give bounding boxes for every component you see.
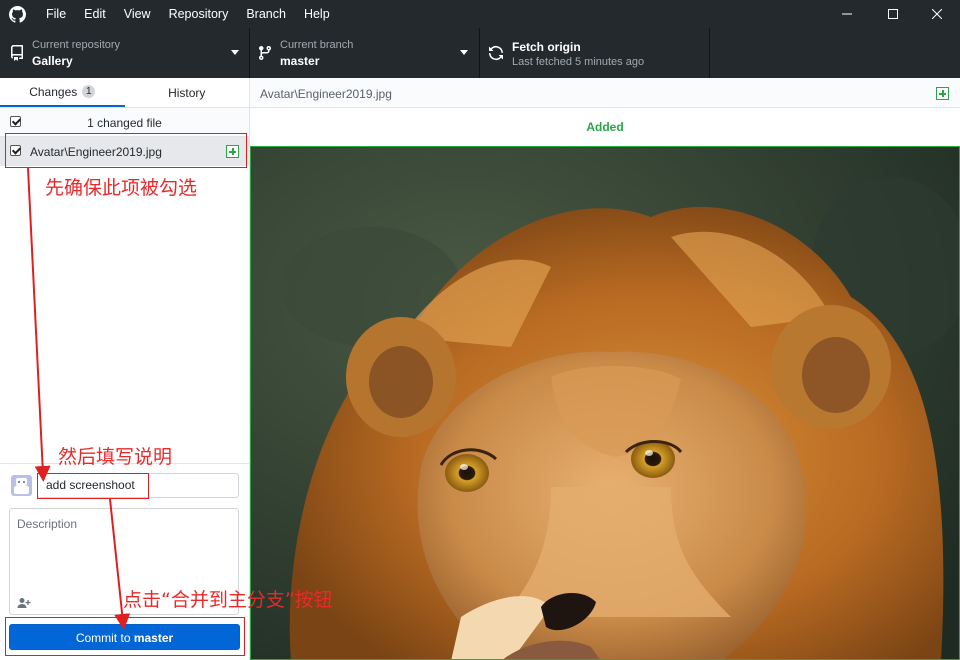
menu-edit[interactable]: Edit xyxy=(75,0,115,28)
changed-file-row[interactable]: Avatar\Engineer2019.jpg xyxy=(0,137,249,166)
menu-view[interactable]: View xyxy=(115,0,160,28)
file-checkbox[interactable] xyxy=(10,145,21,156)
avatar-icon xyxy=(14,478,29,494)
annotation-step2: 然后填写说明 xyxy=(58,446,173,468)
minimize-icon xyxy=(842,13,852,15)
add-coauthor-icon[interactable] xyxy=(17,597,31,609)
tab-history-label: History xyxy=(168,85,206,100)
repository-label: Current repository xyxy=(32,39,121,51)
commit-button-branch: master xyxy=(133,631,174,645)
sidebar-tabs: Changes 1 History xyxy=(0,78,249,108)
chevron-down-icon xyxy=(231,50,239,55)
image-preview xyxy=(250,146,960,660)
diff-panel: Avatar\Engineer2019.jpg Added xyxy=(250,78,960,660)
fetch-label: Fetch origin xyxy=(512,40,581,54)
maximize-button[interactable] xyxy=(870,0,916,28)
commit-summary-input[interactable]: add screenshoot xyxy=(37,473,239,498)
menu-repository[interactable]: Repository xyxy=(160,0,238,28)
chevron-down-icon xyxy=(460,50,468,55)
menu-help[interactable]: Help xyxy=(295,0,339,28)
annotation-step1: 先确保此项被勾选 xyxy=(45,177,198,199)
file-added-icon xyxy=(936,87,949,100)
description-placeholder: Description xyxy=(17,517,78,531)
branch-icon xyxy=(259,45,271,61)
current-branch-button[interactable]: Current branch master xyxy=(250,28,480,78)
diff-file-path: Avatar\Engineer2019.jpg xyxy=(260,87,392,101)
menu-bar: File Edit View Repository Branch Help xyxy=(37,0,339,28)
tab-changes[interactable]: Changes 1 xyxy=(0,78,125,107)
user-avatar xyxy=(11,475,32,496)
commit-button[interactable]: Commit to master xyxy=(9,624,240,650)
repository-name: Gallery xyxy=(32,54,73,68)
menu-file[interactable]: File xyxy=(37,0,75,28)
tab-history[interactable]: History xyxy=(125,78,250,107)
minimize-button[interactable] xyxy=(824,0,870,28)
fetch-origin-button[interactable]: Fetch origin Last fetched 5 minutes ago xyxy=(480,28,710,78)
current-repository-button[interactable]: Current repository Gallery xyxy=(0,28,250,78)
changes-count-badge: 1 xyxy=(82,85,96,98)
commit-button-prefix: Commit to xyxy=(75,631,134,645)
file-added-icon xyxy=(226,145,239,158)
changed-file-name: Avatar\Engineer2019.jpg xyxy=(30,145,162,159)
tab-changes-label: Changes xyxy=(29,84,78,99)
title-bar: File Edit View Repository Branch Help xyxy=(0,0,960,28)
repo-icon xyxy=(10,45,23,61)
close-icon xyxy=(932,9,942,19)
branch-label: Current branch xyxy=(280,39,354,51)
diff-status-label: Added xyxy=(586,120,624,134)
menu-branch[interactable]: Branch xyxy=(237,0,295,28)
commit-panel: add screenshoot Description Commit to ma… xyxy=(0,463,249,660)
annotation-step3: 点击“合并到主分支”按钮 xyxy=(123,589,333,611)
branch-name: master xyxy=(280,54,320,68)
changes-header: 1 changed file xyxy=(0,108,249,137)
sync-icon xyxy=(489,46,503,60)
close-button[interactable] xyxy=(914,0,960,28)
lion-photo xyxy=(251,147,959,659)
github-logo-icon xyxy=(9,6,26,23)
changed-file-count: 1 changed file xyxy=(87,116,162,130)
sidebar: Changes 1 History 1 changed file Avatar\… xyxy=(0,78,250,660)
toolbar: Current repository Gallery Current branc… xyxy=(0,28,960,78)
diff-path-bar: Avatar\Engineer2019.jpg xyxy=(250,78,960,108)
last-fetched-text: Last fetched 5 minutes ago xyxy=(512,56,645,68)
maximize-icon xyxy=(888,9,898,19)
